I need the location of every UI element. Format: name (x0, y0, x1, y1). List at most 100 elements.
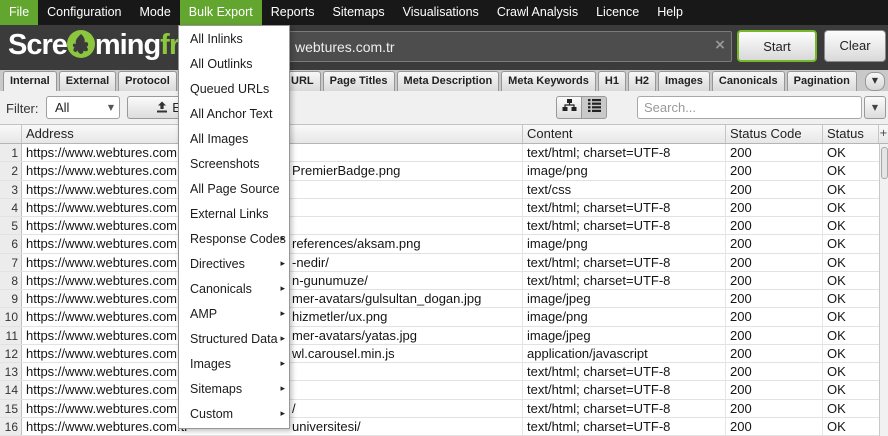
table-row[interactable]: 9 https://www.webtures.com.tr mer-avatars/… (0, 290, 888, 309)
menu-mode[interactable]: Mode (131, 0, 180, 25)
table-row[interactable]: 6 https://www.webtures.com.tr references/a… (0, 235, 888, 254)
table-row[interactable]: 3 https://www.webtures.com.tr text/css 200 O… (0, 180, 888, 199)
filter-dropdown[interactable]: All ▼ (46, 96, 120, 119)
cell-content: image/jpeg (523, 290, 726, 308)
table-row[interactable]: 8 https://www.webtures.com.tr n-gunumuze/t… (0, 271, 888, 290)
tab-protocol[interactable]: Protocol (118, 71, 177, 91)
vertical-scrollbar[interactable] (879, 144, 888, 436)
submenu-arrow-icon: ▸ (280, 409, 285, 419)
address-prefix: https://www.webtures.com.tr (26, 163, 189, 179)
cell-content: image/png (523, 162, 726, 180)
menu-configuration[interactable]: Configuration (38, 0, 130, 25)
menu-help[interactable]: Help (648, 0, 692, 25)
table-row[interactable]: 10 https://www.webtures.com.tr hizmetler/u… (0, 308, 888, 327)
tab-h2[interactable]: H2 (627, 71, 656, 91)
bulk-export-item-all-anchor-text[interactable]: All Anchor Text (179, 102, 289, 127)
bulk-export-item-all-page-source[interactable]: All Page Source (179, 177, 289, 202)
cell-content: image/png (523, 308, 726, 326)
cell-status: OK (827, 418, 846, 434)
address-prefix: https://www.webtures.com.tr (26, 181, 189, 197)
cell-status-code: 200 (726, 326, 823, 344)
table-row[interactable]: 5 https://www.webtures.com.tr text/html; c… (0, 217, 888, 236)
menu-bulk-export[interactable]: Bulk Export (179, 0, 262, 25)
column-header-content[interactable]: Content (523, 125, 726, 143)
bulk-export-item-external-links[interactable]: External Links (179, 202, 289, 227)
cell-content: text/html; charset=UTF-8 (523, 381, 726, 399)
menu-crawl-analysis[interactable]: Crawl Analysis (488, 0, 587, 25)
bulk-export-item-queued-urls[interactable]: Queued URLs (179, 77, 289, 102)
clear-button[interactable]: Clear (824, 30, 886, 62)
tab-overflow-button[interactable]: ▼ (865, 72, 885, 91)
search-options-button[interactable]: ▼ (864, 96, 886, 119)
table-row[interactable]: 14 https://www.webtures.com.tr text/html; … (0, 381, 888, 400)
add-column-icon[interactable]: + (879, 125, 888, 143)
bulk-export-item-directives[interactable]: Directives ▸ (179, 252, 289, 277)
bulk-export-item-response-codes[interactable]: Response Codes ▸ (179, 227, 289, 252)
menu-file[interactable]: File (0, 0, 39, 25)
table-row[interactable]: 2 https://www.webtures.com.tr PremierBadge… (0, 162, 888, 181)
table-row[interactable]: 15 https://www.webtures.com.tr / text/html;… (0, 399, 888, 418)
tab-images[interactable]: Images (658, 71, 710, 91)
clear-url-icon[interactable]: × (712, 37, 728, 53)
cell-status: OK (827, 364, 846, 379)
table-row[interactable]: 11 https://www.webtures.com.tr mer-avatars… (0, 326, 888, 345)
menu-reports[interactable]: Reports (262, 0, 324, 25)
tree-view-toggle[interactable] (556, 96, 582, 119)
tab-meta-keywords[interactable]: Meta Keywords (501, 71, 596, 91)
cell-content: text/html; charset=UTF-8 (523, 198, 726, 216)
tab-h1[interactable]: H1 (597, 71, 626, 91)
bulk-export-item-all-outlinks[interactable]: All Outlinks (179, 52, 289, 77)
row-number: 14 (0, 381, 22, 399)
address-suffix: wl.carousel.min.js (292, 345, 395, 361)
tab-pagination[interactable]: Pagination (786, 71, 857, 91)
cell-status-code: 200 (726, 217, 823, 235)
bulk-export-item-images[interactable]: Images ▸ (179, 352, 289, 377)
address-prefix: https://www.webtures.com.tr (26, 309, 189, 325)
table-row[interactable]: 13 https://www.webtures.com.tr text/html; … (0, 363, 888, 382)
table-row[interactable]: 16 https://www.webtures.com.tr universites… (0, 417, 888, 436)
filter-label: Filter: (6, 101, 39, 116)
tab-external[interactable]: External (58, 71, 117, 91)
table-row[interactable]: 4 https://www.webtures.com.tr text/html; c… (0, 198, 888, 217)
address-suffix: -nedir/ (292, 254, 329, 270)
bulk-export-item-all-images[interactable]: All Images (179, 127, 289, 152)
bulk-export-item-amp[interactable]: AMP ▸ (179, 302, 289, 327)
table-row[interactable]: 12 https://www.webtures.com.tr wl.carousel… (0, 344, 888, 363)
bulk-export-item-sitemaps[interactable]: Sitemaps ▸ (179, 377, 289, 402)
scrollbar-thumb[interactable] (881, 147, 888, 179)
bulk-export-item-screenshots[interactable]: Screenshots (179, 152, 289, 177)
menu-licence[interactable]: Licence (587, 0, 648, 25)
cell-status: OK (827, 382, 846, 398)
tab-canonicals[interactable]: Canonicals (711, 71, 785, 91)
tab-internal[interactable]: Internal (3, 71, 57, 92)
cell-content: text/html; charset=UTF-8 (523, 144, 726, 162)
list-view-toggle[interactable] (581, 96, 607, 119)
logo-text-scre: Scre (8, 29, 68, 61)
menu-visualisations[interactable]: Visualisations (394, 0, 488, 25)
bulk-export-item-canonicals[interactable]: Canonicals ▸ (179, 277, 289, 302)
cell-status-code: 200 (726, 344, 823, 362)
bulk-export-item-custom[interactable]: Custom ▸ (179, 402, 289, 427)
table-row[interactable]: 7 https://www.webtures.com.tr -nedir/text/… (0, 253, 888, 272)
menu-item-label: All Outlinks (190, 57, 253, 71)
bulk-export-item-all-inlinks[interactable]: All Inlinks (179, 27, 289, 52)
logo-text-ming: ming (94, 29, 161, 61)
table-body: 1 https://www.webtures.com.tr text/html; c… (0, 144, 888, 436)
tab-meta-description[interactable]: Meta Description (396, 71, 500, 91)
search-input[interactable] (637, 96, 862, 119)
url-input[interactable] (240, 31, 732, 62)
tree-view-icon (562, 99, 576, 111)
address-suffix: n-gunumuze/ (292, 272, 368, 288)
cell-status: OK (827, 400, 846, 416)
cell-status: OK (827, 236, 846, 252)
start-button[interactable]: Start (737, 30, 817, 62)
menu-item-label: Sitemaps (190, 382, 243, 396)
menu-sitemaps[interactable]: Sitemaps (324, 0, 394, 25)
bulk-export-item-structured-data[interactable]: Structured Data ▸ (179, 327, 289, 352)
column-header-status[interactable]: Status (823, 125, 879, 143)
address-suffix: mer-avatars/gulsultan_dogan.jpg (292, 291, 482, 306)
column-header-status-code[interactable]: Status Code (726, 125, 823, 143)
row-number: 15 (0, 399, 22, 417)
table-row[interactable]: 1 https://www.webtures.com.tr text/html; c… (0, 144, 888, 163)
tab-page-titles[interactable]: Page Titles (322, 71, 395, 91)
